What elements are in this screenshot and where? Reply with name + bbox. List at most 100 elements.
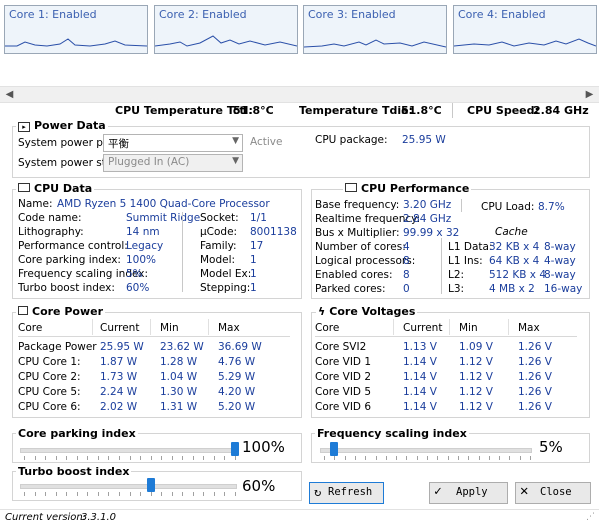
cpu-data-row-value2: 1 [250,254,257,266]
table-cell-current: 1.14 V [403,356,437,368]
slider-tick [161,492,163,496]
checkmark-icon: ✓ [434,484,442,499]
scroll-right-icon[interactable]: ▶ [582,87,597,102]
cpu-data-row-value2: 8001138 [250,226,297,238]
table-cell-max: 5.20 W [218,401,256,413]
resize-grip-icon[interactable]: ⋰ [586,512,595,522]
apply-button[interactable]: ✓ Apply [429,482,508,504]
perf-row-label: Parked cores: [315,283,386,295]
turbo-boost-slider[interactable] [146,478,155,492]
divider [461,199,462,212]
cpu-data-row-value: 14 nm [126,226,160,238]
cpu-data-row-label2: Family: [200,240,237,252]
slider-tick [182,456,184,460]
frequency-scaling-track[interactable] [320,448,532,453]
slider-tick [45,492,47,496]
cpu-package-value: 25.95 W [402,134,446,146]
realtime-frequency-value: 2.84 GHz [403,213,452,225]
cpu-load-label: CPU Load: [481,201,535,213]
table-cell-core: CPU Core 5: [18,386,81,398]
column-divider [508,319,509,335]
cpu-data-row-label: Performance control: [18,240,128,252]
core-3-graph: Core 3: Enabled [303,5,447,54]
slider-tick [192,456,194,460]
slider-tick [203,456,205,460]
slider-tick [235,492,236,496]
table-header-divider [18,336,290,337]
slider-tick [97,492,99,496]
column-divider [393,319,394,335]
cpu-data-row-label: Code name: [18,212,82,224]
slider-tick [108,456,110,460]
power-plan-select[interactable]: 平衡 ▼ [103,134,243,152]
slider-tick [354,456,356,460]
table-cell-max: 1.26 V [518,386,552,398]
slider-tick [129,492,131,496]
table-cell-current: 1.14 V [403,371,437,383]
core-parking-track[interactable] [20,448,237,453]
version-value: 3.3.1.0 [81,512,116,523]
slider-tick [213,456,215,460]
tdie-value: 51.8°C [401,104,442,117]
cache-way-value: 16-way [544,283,583,295]
slider-tick [55,456,57,460]
table-cell-current: 2.24 W [100,386,138,398]
base-frequency-label: Base frequency: [315,199,400,211]
cpu-load-value: 8.7% [538,201,565,213]
core-parking-slider[interactable] [231,442,239,456]
core-power-title-text: Core Power [32,305,104,318]
turbo-boost-label: Turbo boost index [16,465,132,478]
core-4-load-line [454,38,596,47]
cache-size-value: 512 KB x 4 [489,269,547,281]
power-icon [18,306,28,315]
cpu-data-row-value: 100% [126,254,157,266]
table-header: Current [100,322,140,334]
table-header: Max [218,322,240,334]
tdie-label: Temperature Tdie: [299,104,413,117]
frequency-scaling-slider[interactable] [330,442,339,456]
core-voltages-title: ϟ Core Voltages [316,305,418,318]
cache-label: Cache [495,226,528,238]
perf-row-value: 8 [403,269,410,281]
cache-level-label: L3: [448,283,465,295]
table-cell-max: 4.76 W [218,356,256,368]
table-cell-max: 1.26 V [518,356,552,368]
power-state-value: Plugged In (AC) [108,156,190,168]
column-divider [150,319,151,335]
slider-tick [34,456,36,460]
slider-tick [161,456,163,460]
close-button[interactable]: ✕ Close [515,482,591,504]
refresh-button[interactable]: ↻ Refresh [309,482,384,504]
perf-row-label: Number of cores: [315,241,406,253]
chart-icon [345,183,357,192]
slider-tick [87,492,89,496]
table-cell-max: 1.26 V [518,401,552,413]
core-4-graph: Core 4: Enabled [453,5,597,54]
table-cell-current: 1.13 V [403,341,437,353]
cpu-name-value: AMD Ryzen 5 1400 Quad-Core Processor [57,198,270,210]
table-header: Current [403,322,443,334]
power-state-select[interactable]: Plugged In (AC) ▼ [103,154,243,172]
power-data-title-text: Power Data [34,119,106,132]
close-icon: ✕ [520,483,529,499]
horizontal-scrollbar[interactable]: ◀ ▶ [0,86,599,103]
table-header: Min [459,322,478,334]
turbo-boost-track[interactable] [20,484,237,489]
table-cell-min: 1.28 W [160,356,198,368]
column-divider [208,319,209,335]
cpu-data-row-value2: 17 [250,240,264,252]
cpu-data-row-value2: 1/1 [250,212,267,224]
scroll-left-icon[interactable]: ◀ [2,87,17,102]
slider-tick [416,456,418,460]
cache-level-label: L1 Data: [448,241,493,253]
table-cell-max: 1.26 V [518,371,552,383]
slider-tick [406,456,408,460]
slider-tick [171,456,173,460]
cpu-data-row-value: 5% [126,268,143,280]
chevron-down-icon: ▼ [232,136,239,146]
table-cell-min: 1.09 V [459,341,493,353]
slider-tick [192,492,194,496]
slider-tick [87,456,89,460]
core-parking-value: 100% [242,438,285,456]
table-cell-max: 1.26 V [518,341,552,353]
